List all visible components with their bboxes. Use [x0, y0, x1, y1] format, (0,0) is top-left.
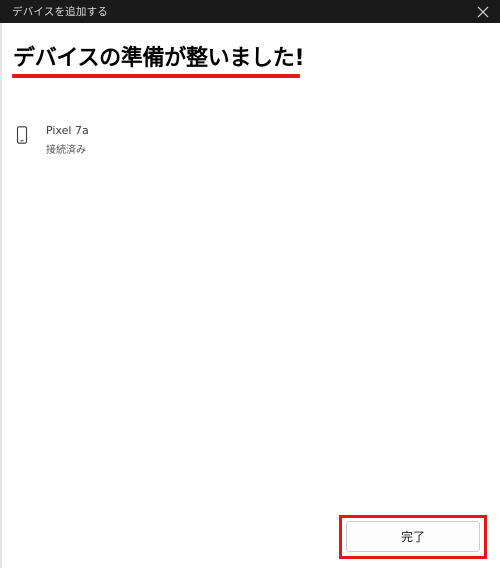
heading-highlight-underline — [12, 74, 300, 78]
done-button[interactable]: 完了 — [346, 521, 480, 552]
close-button[interactable] — [466, 0, 500, 23]
close-icon — [477, 6, 489, 17]
add-device-dialog: デバイスを追加する デバイスの準備が整いました! Pixel 7a 接続済み 完… — [0, 0, 500, 568]
page-title: デバイスの準備が整いました! — [13, 46, 305, 71]
device-status: 接続済み — [46, 145, 86, 156]
device-name: Pixel 7a — [46, 124, 89, 137]
window-title: デバイスを追加する — [12, 6, 108, 18]
window-border — [0, 23, 2, 568]
phone-icon — [16, 126, 28, 144]
device-list-item: Pixel 7a 接続済み — [14, 123, 214, 157]
title-bar: デバイスを追加する — [0, 0, 500, 23]
